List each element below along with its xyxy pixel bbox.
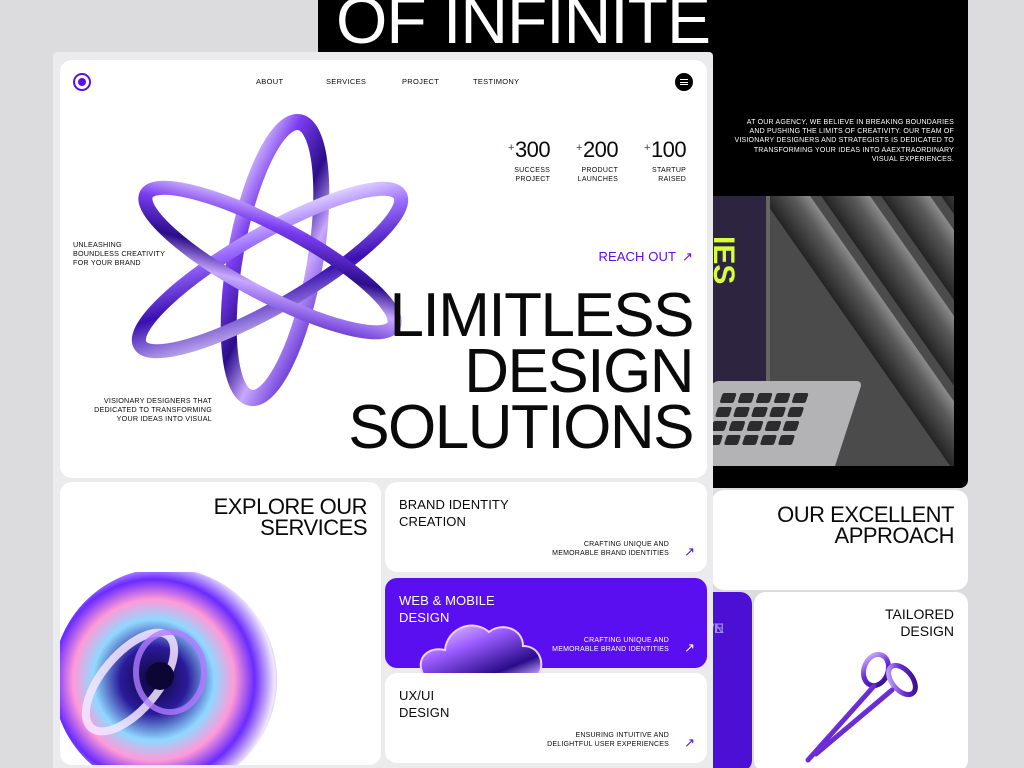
tailored-title: TAILORED DESIGN (885, 606, 954, 639)
explore-services-card: EXPLORE OUR SERVICES (60, 482, 381, 765)
arrow-up-right-icon[interactable]: ↗ (684, 735, 695, 751)
reach-out-link[interactable]: REACH OUT ↗ (599, 249, 693, 265)
service-title: WEB & MOBILE DESIGN (399, 593, 495, 625)
back-headline: OF INFINITE (336, 0, 711, 57)
hero-tagline-bottom: VISIONARY DESIGNERS THAT DEDICATED TO TRA… (94, 396, 212, 423)
stairs-laptop-photo: IES (708, 196, 954, 466)
nav-services[interactable]: SERVICES (326, 77, 366, 86)
hero-section: ABOUT SERVICES PROJECT TESTIMONY +300 SU… (60, 60, 707, 478)
service-description: CRAFTING UNIQUE AND MEMORABLE BRAND IDENT… (552, 637, 669, 653)
stat-startup-raised: +100 STARTUP RAISED (644, 137, 687, 184)
arrow-up-right-icon[interactable]: ↗ (684, 544, 695, 560)
nav-about[interactable]: ABOUT (256, 77, 283, 86)
hero-headline: LIMITLESS DESIGN SOLUTIONS (348, 281, 694, 462)
nav-testimony[interactable]: TESTIMONY (473, 77, 519, 86)
laptop-screen: IES (708, 196, 770, 388)
service-title: BRAND IDENTITY CREATION (399, 497, 509, 529)
scissors-icon (805, 651, 918, 763)
glass-cloud-3d-icon (419, 624, 543, 674)
service-ux-ui-design[interactable]: UX/UI DESIGN ENSURING INTUITIVE AND DELIGH… (385, 673, 707, 763)
stat-success-project: +300 SUCCESS PROJECT (508, 137, 551, 184)
tailored-design-card[interactable]: TAILORED DESIGN (754, 592, 968, 768)
stat-product-launches: +200 PRODUCT LAUNCHES (576, 137, 619, 184)
service-web-mobile-design[interactable]: WEB & MOBILE DESIGN CRAFTING UNIQUE AND ME… (385, 578, 707, 674)
service-description: ENSURING INTUITIVE AND DELIGHTFUL USER EX… (547, 732, 669, 748)
laptop-keyboard (708, 381, 863, 466)
service-brand-identity[interactable]: BRAND IDENTITY CREATION CRAFTING UNIQUE A… (385, 482, 707, 572)
service-description: CRAFTING UNIQUE AND MEMORABLE BRAND IDENT… (552, 541, 669, 557)
service-title: UX/UI DESIGN (399, 688, 450, 720)
iridescent-sphere-3d-icon (60, 572, 277, 765)
arrow-up-right-icon[interactable]: ↗ (684, 640, 695, 656)
hero-tagline-top: UNLEASHING BOUNDLESS CREATIVITY FOR YOUR B… (73, 240, 166, 267)
hamburger-menu-icon[interactable] (675, 73, 693, 91)
explore-title: EXPLORE OUR SERVICES (213, 494, 368, 540)
approach-card: OUR EXCELLENT APPROACH (712, 490, 968, 590)
approach-title: OUR EXCELLENT APPROACH (777, 502, 954, 548)
brand-logo-icon[interactable] (73, 73, 91, 91)
nav-project[interactable]: PROJECT (402, 77, 439, 86)
arrow-up-right-icon: ↗ (682, 249, 693, 264)
back-paragraph: AT OUR AGENCY, WE BELIEVE IN BREAKING BO… (734, 119, 954, 163)
